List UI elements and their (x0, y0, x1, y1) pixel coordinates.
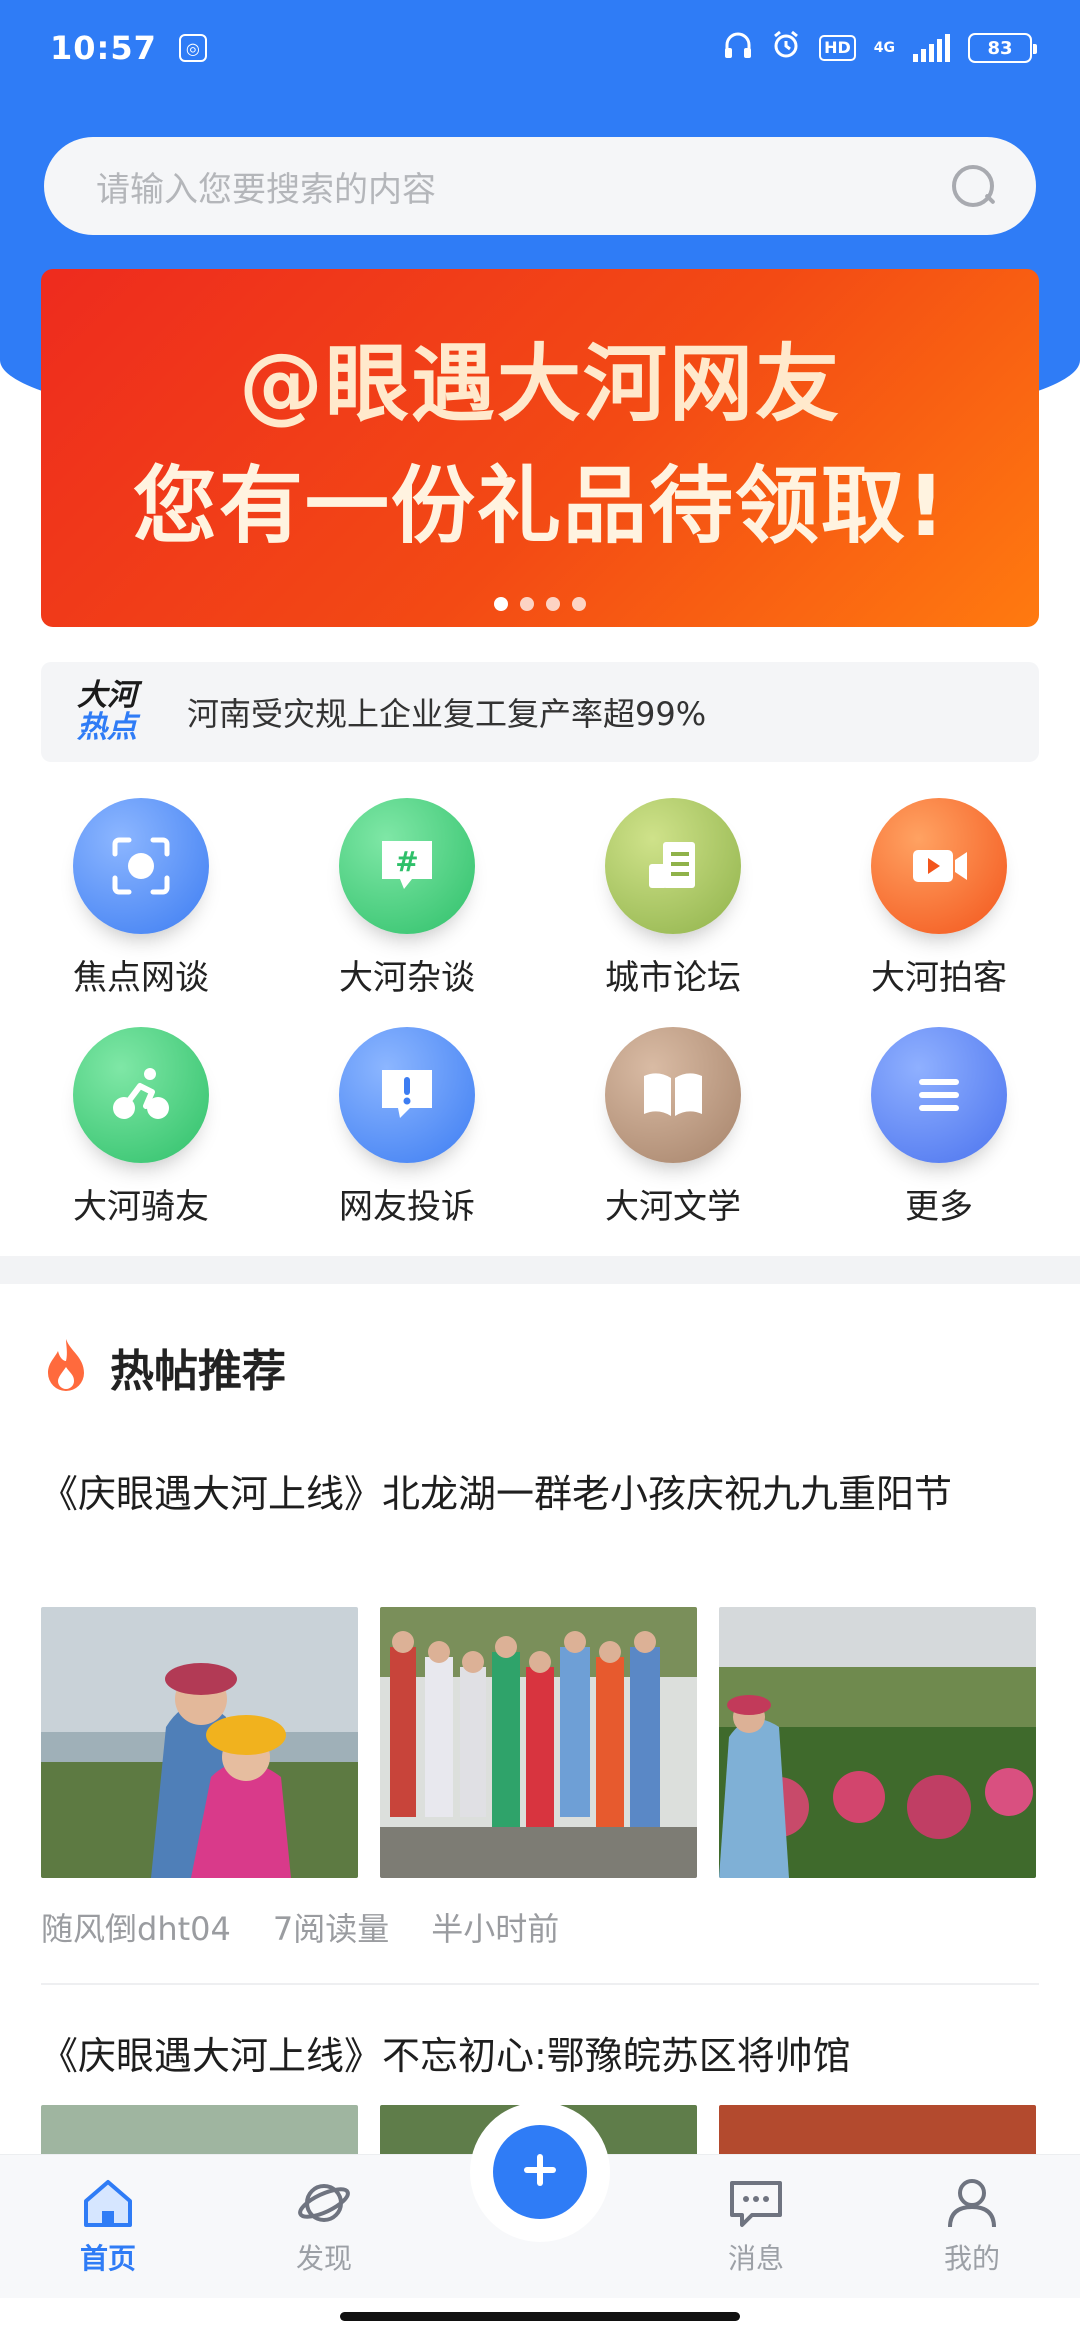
banner-subline: 您有一份礼品待领取! (132, 457, 948, 555)
battery-icon: 83 (968, 33, 1037, 63)
grid-item-literature[interactable]: 大河文学 (540, 1027, 806, 1228)
feature-grid: 焦点网谈 # 大河杂谈 城市论坛 大河拍客 大河骑友 网友投诉 大河文学 更多 (0, 798, 1080, 1228)
hashtag-chat-icon: # (339, 798, 475, 934)
tab-discover[interactable]: 发现 (216, 2177, 432, 2277)
signal-icon (913, 34, 950, 62)
section-divider (0, 1256, 1080, 1284)
grid-item-cycling[interactable]: 大河骑友 (8, 1027, 274, 1228)
status-bar: 10:57 ◎ HD 4G 83 (0, 0, 1080, 96)
hot-logo-line1: 大河 (77, 678, 137, 713)
alarm-icon (771, 30, 801, 66)
tab-label: 首页 (79, 2241, 136, 2275)
menu-icon (871, 1027, 1007, 1163)
compose-button-wrap (470, 2102, 610, 2242)
grid-item-chat[interactable]: # 大河杂谈 (274, 798, 540, 999)
post-meta: 随风倒dht04 7阅读量 半小时前 (41, 1904, 559, 1950)
hot-news-headline[interactable]: 河南受灾规上企业复工复产率超99% (187, 689, 706, 735)
pager-dot[interactable] (494, 597, 508, 611)
post-time: 半小时前 (431, 1910, 560, 1948)
plus-icon (518, 2148, 562, 2196)
pager-dot[interactable] (572, 597, 586, 611)
pager-dot[interactable] (520, 597, 534, 611)
grid-label: 网友投诉 (339, 1187, 475, 1227)
post-photo-couple[interactable] (41, 1607, 358, 1878)
search-icon[interactable] (950, 163, 996, 209)
battery-level: 83 (987, 37, 1013, 59)
compose-button[interactable] (493, 2125, 587, 2219)
exclamation-chat-icon (339, 1027, 475, 1163)
grid-label: 大河骑友 (73, 1187, 209, 1227)
grid-label: 大河杂谈 (339, 958, 475, 998)
grid-item-focus[interactable]: 焦点网谈 (8, 798, 274, 999)
section-header: 热帖推荐 (40, 1335, 286, 1399)
message-icon (728, 2177, 784, 2233)
post-title[interactable]: 《庆眼遇大河上线》北龙湖一群老小孩庆祝九九重阳节 (40, 1462, 1040, 1526)
home-indicator[interactable] (340, 2312, 740, 2321)
tab-label: 消息 (727, 2241, 784, 2275)
tab-messages[interactable]: 消息 (648, 2177, 864, 2277)
hot-logo-line2: 热点 (77, 710, 137, 745)
grid-label: 更多 (905, 1187, 973, 1227)
pager-dot[interactable] (546, 597, 560, 611)
search-input[interactable]: 请输入您要搜索的内容 (44, 137, 1036, 235)
hd-badge: HD (819, 35, 856, 61)
status-time: 10:57 (50, 29, 157, 67)
tab-profile[interactable]: 我的 (864, 2177, 1080, 2277)
tab-label: 发现 (295, 2241, 352, 2275)
post-read-count: 7阅读量 (272, 1910, 390, 1948)
banner-pager (41, 597, 1039, 611)
grid-label: 城市论坛 (605, 958, 741, 998)
grid-item-forum[interactable]: 城市论坛 (540, 798, 806, 999)
banner-headline: @眼遇大河网友 (238, 335, 841, 433)
hot-news-ticker[interactable]: 大河 热点 河南受灾规上企业复工复产率超99% (41, 662, 1039, 762)
tab-label: 我的 (943, 2241, 1000, 2275)
post-photo-3[interactable] (719, 2105, 1036, 2154)
section-title: 热帖推荐 (110, 1346, 286, 1397)
hot-news-logo: 大河 热点 (69, 680, 145, 744)
grid-item-complaint[interactable]: 网友投诉 (274, 1027, 540, 1228)
grid-item-photo[interactable]: 大河拍客 (806, 798, 1072, 999)
post-divider (41, 1983, 1039, 1985)
planet-icon (296, 2177, 352, 2233)
search-placeholder: 请输入您要搜索的内容 (96, 169, 436, 210)
promo-banner[interactable]: @眼遇大河网友 您有一份礼品待领取! (41, 269, 1039, 627)
cyclist-icon (73, 1027, 209, 1163)
focus-icon (73, 798, 209, 934)
tab-home[interactable]: 首页 (0, 2177, 216, 2277)
post-author[interactable]: 随风倒dht04 (41, 1904, 231, 1950)
svg-text:#: # (395, 845, 418, 878)
grid-item-more[interactable]: 更多 (806, 1027, 1072, 1228)
post-title[interactable]: 《庆眼遇大河上线》不忘初心:鄂豫皖苏区将帅馆 (40, 2024, 1040, 2088)
post-image-row[interactable] (41, 1607, 1036, 1878)
user-icon (944, 2177, 1000, 2233)
grid-label: 焦点网谈 (73, 958, 209, 998)
post-photo-1[interactable] (41, 2105, 358, 2154)
grid-label: 大河拍客 (871, 958, 1007, 998)
headphones-icon (723, 30, 753, 66)
post-photo-group[interactable] (380, 1607, 697, 1878)
video-icon (871, 798, 1007, 934)
document-icon (605, 798, 741, 934)
flame-icon (40, 1337, 92, 1397)
book-icon (605, 1027, 741, 1163)
network-label: 4G (873, 40, 895, 56)
grid-label: 大河文学 (605, 1187, 741, 1227)
post-photo-garden[interactable] (719, 1607, 1036, 1878)
home-icon (80, 2177, 136, 2233)
app-notification-icon: ◎ (178, 34, 207, 62)
